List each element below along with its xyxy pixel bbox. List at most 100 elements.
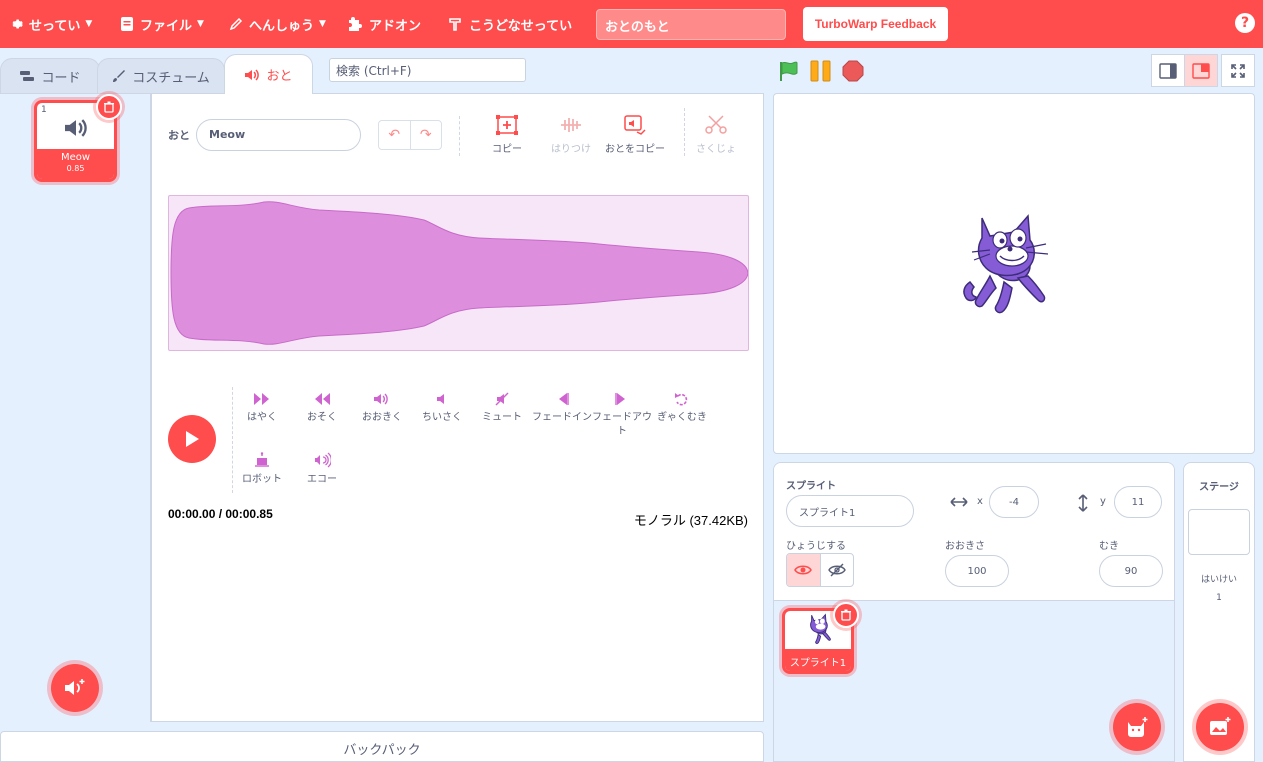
effect-softer-button[interactable]: ちいさく <box>412 392 472 425</box>
x-label: x <box>977 496 983 507</box>
green-flag-button[interactable] <box>778 55 800 87</box>
y-position-input[interactable]: 11 <box>1114 486 1162 518</box>
sprite-info-panel: スプライト スプライト1 x -4 y 11 ひょうじする おおきさ 100 む… <box>774 463 1174 601</box>
effect-faster-label: はやく <box>247 412 277 423</box>
effect-fade-in-label: フェードイン <box>532 412 592 423</box>
small-stage-button[interactable] <box>1151 54 1185 87</box>
effect-echo-button[interactable]: エコー <box>292 452 352 487</box>
size-input[interactable]: 100 <box>945 555 1009 587</box>
stage-thumbnail[interactable] <box>1188 509 1250 555</box>
stop-button[interactable] <box>842 55 864 87</box>
feedback-button[interactable]: TurboWarp Feedback <box>803 7 948 41</box>
caret-down-icon: ▼ <box>85 19 93 29</box>
fade-in-icon <box>554 393 569 405</box>
brush-icon <box>113 70 126 82</box>
add-sound-button[interactable] <box>51 664 99 712</box>
addons-menu[interactable]: アドオン <box>347 0 421 48</box>
visibility-toggle <box>786 553 854 587</box>
echo-icon <box>315 452 331 468</box>
show-sprite-button[interactable] <box>787 554 821 586</box>
effect-robot-label: ロボット <box>242 474 282 485</box>
effect-louder-button[interactable]: おおきく <box>352 392 412 425</box>
undo-icon: ↶ <box>388 127 401 143</box>
delete-sound-button[interactable] <box>96 94 122 120</box>
cat-sprite[interactable] <box>960 212 1060 316</box>
sound-name-input[interactable]: Meow <box>196 119 361 151</box>
effect-mute-label: ミュート <box>482 412 522 423</box>
project-title-input[interactable]: おとのもと <box>596 9 786 40</box>
hide-sprite-button[interactable] <box>821 554 854 586</box>
sound-item-label: Meow 0.85 <box>37 149 114 179</box>
file-icon <box>121 17 133 31</box>
horizontal-arrows-icon <box>950 497 968 507</box>
sound-editor: おと Meow ↶ ↷ コピー はりつけ おとをコピー さくじょ はやく おそく <box>151 93 764 722</box>
waveform[interactable] <box>168 195 749 351</box>
tab-sounds[interactable]: おと <box>224 54 313 94</box>
fullscreen-button[interactable] <box>1221 54 1255 87</box>
code-blocks-icon <box>20 71 35 81</box>
playback-time: 00:00.00 / 00:00.85 <box>168 507 273 521</box>
add-sprite-button[interactable] <box>1113 703 1161 751</box>
paste-button[interactable]: はりつけ <box>536 114 606 155</box>
advanced-settings-menu[interactable]: こうどなせってい <box>447 0 572 48</box>
effect-robot-button[interactable]: ロボット <box>232 452 292 487</box>
file-label: ファイル <box>140 18 193 34</box>
tab-code-label: コード <box>41 70 81 86</box>
effect-reverse-button[interactable]: ぎゃくむき <box>652 392 712 425</box>
edit-menu[interactable]: へんしゅう ▼ <box>229 0 326 48</box>
caret-down-icon: ▼ <box>197 19 204 29</box>
effect-faster-button[interactable]: はやく <box>232 392 292 425</box>
paste-label: はりつけ <box>550 144 592 155</box>
large-stage-button[interactable] <box>1184 54 1218 87</box>
pencil-icon <box>229 17 243 31</box>
undo-button[interactable]: ↶ <box>379 121 411 149</box>
play-icon <box>186 431 199 447</box>
redo-button[interactable]: ↷ <box>411 121 442 149</box>
sprite-name-input[interactable]: スプライト1 <box>786 495 914 527</box>
effect-echo-label: エコー <box>307 474 337 485</box>
sound-format-info: モノラル (37.42KB) <box>633 513 748 528</box>
help-icon[interactable]: ? <box>1235 13 1255 33</box>
search-input[interactable]: 検索 (Ctrl+F) <box>329 58 526 82</box>
gear-icon <box>12 19 23 29</box>
settings-menu[interactable]: せってい ▼ <box>9 0 92 48</box>
caret-down-icon: ▼ <box>319 19 326 29</box>
sprite-name-label: スプライト <box>786 481 836 492</box>
direction-input[interactable]: 90 <box>1099 555 1163 587</box>
paste-icon <box>561 118 581 132</box>
speaker-icon <box>245 68 260 81</box>
large-stage-icon <box>1192 62 1210 79</box>
delete-sprite-button[interactable] <box>833 602 859 628</box>
effect-mute-button[interactable]: ミュート <box>472 392 532 425</box>
x-position-input[interactable]: -4 <box>989 486 1039 518</box>
file-menu[interactable]: ファイル ▼ <box>120 0 204 48</box>
stage-title: ステージ <box>1199 482 1239 493</box>
copy-to-new-button[interactable]: おとをコピー <box>600 114 670 155</box>
effect-fade-out-label-line1: フェードアウ <box>592 412 652 423</box>
sound-item-duration: 0.85 <box>66 164 85 173</box>
stage-canvas[interactable] <box>773 93 1255 454</box>
volume-down-icon <box>437 394 444 404</box>
show-label: ひょうじする <box>786 541 846 552</box>
effect-fade-out-label: フェードアウト <box>592 412 652 437</box>
play-button[interactable] <box>168 415 216 463</box>
undo-redo-group: ↶ ↷ <box>378 120 442 150</box>
add-backdrop-button[interactable] <box>1196 703 1244 751</box>
tab-costumes[interactable]: コスチューム <box>97 58 225 93</box>
cat-thumbnail <box>810 613 831 644</box>
copy-icon <box>496 115 518 135</box>
pause-button[interactable] <box>810 55 832 87</box>
scissors-icon <box>705 115 727 134</box>
effect-slower-button[interactable]: おそく <box>292 392 352 425</box>
copy-button[interactable]: コピー <box>472 114 542 155</box>
tab-code[interactable]: コード <box>0 58 100 93</box>
effect-louder-label: おおきく <box>362 412 402 423</box>
effect-fade-out-button[interactable]: フェードアウト <box>592 392 652 439</box>
delete-button[interactable]: さくじょ <box>681 114 751 155</box>
backpack-bar[interactable]: バックパック <box>0 731 764 762</box>
effect-softer-label: ちいさく <box>422 412 462 423</box>
redo-icon: ↷ <box>419 127 432 143</box>
size-label: おおきさ <box>945 541 985 552</box>
sound-list <box>0 93 151 722</box>
effect-fade-in-button[interactable]: フェードイン <box>532 392 592 425</box>
